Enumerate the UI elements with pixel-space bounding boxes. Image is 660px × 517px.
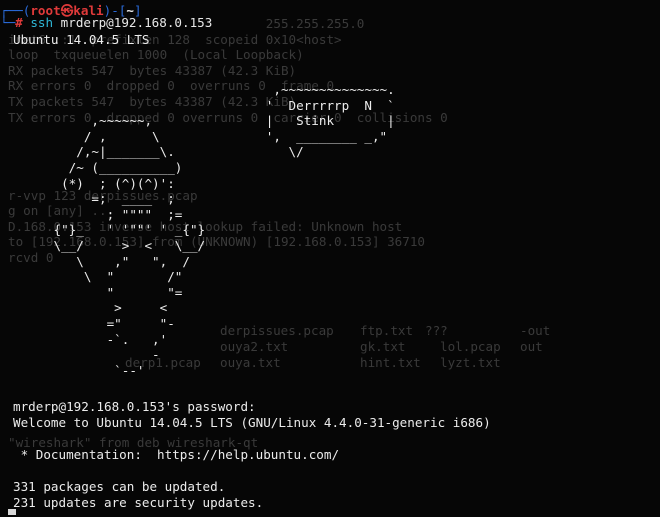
prompt-hash: # bbox=[15, 15, 31, 30]
prompt-frame: └─ bbox=[0, 15, 16, 30]
updates-count-line: 331 packages can be updated. bbox=[13, 479, 226, 494]
prompt-line-2: └─# ssh mrderp@192.168.0.153 bbox=[0, 15, 212, 30]
password-prompt[interactable]: mrderp@192.168.0.153's password: bbox=[13, 399, 256, 414]
welcome-message: Welcome to Ubuntu 14.04.5 LTS (GNU/Linux… bbox=[13, 415, 491, 430]
documentation-line: * Documentation: https://help.ubuntu.com… bbox=[13, 447, 340, 462]
command-argument: mrderp@192.168.0.153 bbox=[53, 15, 213, 30]
security-updates-line: 231 updates are security updates. bbox=[13, 495, 264, 510]
ascii-art-banner: ,~~~~~~~~~~~~~~. ' Derrrrrp N ` ,~~~~~~,… bbox=[53, 82, 395, 378]
ssh-banner: Ubuntu 14.04.5 LTS bbox=[13, 32, 150, 47]
terminal-window[interactable]: 255.255.255.0 inet6 ::1 prefixlen 128 sco… bbox=[0, 0, 660, 517]
terminal-output: ┌──(root㉿kali)-[~] └─# ssh mrderp@192.16… bbox=[0, 0, 660, 517]
command-name: ssh bbox=[30, 15, 54, 30]
